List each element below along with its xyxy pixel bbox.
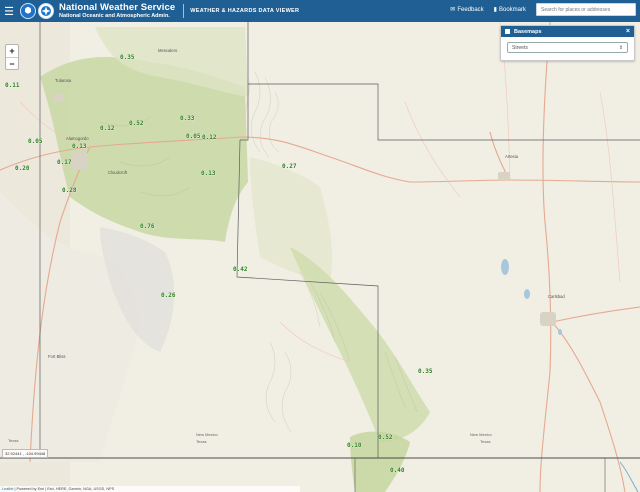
state-label: Texas	[196, 439, 207, 444]
top-bar: ☰ National Weather Service National Ocea…	[0, 0, 640, 22]
precip-value[interactable]: 0.28	[62, 187, 76, 194]
precip-value[interactable]: 0.26	[161, 292, 175, 299]
header-actions: ✉ Feedback ▮ Bookmark	[450, 3, 636, 16]
search-input[interactable]	[536, 3, 636, 16]
basemaps-panel: Basemaps × Streets ⇕	[500, 25, 635, 61]
updown-chevron-icon: ⇕	[618, 44, 623, 51]
basemap-svg	[0, 22, 640, 492]
precip-value[interactable]: 0.05	[186, 133, 200, 140]
zoom-out-button[interactable]: −	[6, 57, 18, 69]
app-title: WEATHER & HAZARDS DATA VIEWER	[190, 8, 300, 14]
attribution-text: | Powered by Esri | Esri, HERE, Garmin, …	[13, 487, 115, 491]
zoom-control: + −	[5, 44, 19, 70]
nws-logo	[38, 3, 54, 19]
brand-title: National Weather Service	[59, 2, 176, 13]
close-icon[interactable]: ×	[626, 28, 630, 35]
bookmark-icon: ▮	[493, 7, 497, 13]
place-label: Artesia	[505, 154, 519, 159]
state-label: New Mexico	[196, 432, 218, 437]
header-divider	[183, 4, 185, 18]
basemaps-title: Basemaps	[514, 28, 542, 35]
nws-emblem-icon	[41, 6, 51, 16]
envelope-icon: ✉	[450, 7, 456, 13]
leaflet-link[interactable]: Leaflet	[2, 487, 13, 491]
place-label: Cloudcroft	[108, 170, 128, 175]
zoom-in-button[interactable]: +	[6, 45, 18, 57]
map-canvas[interactable]	[0, 22, 640, 492]
place-label: Carlsbad	[548, 294, 565, 299]
place-label: Tularosa	[55, 78, 72, 83]
precip-value[interactable]: 0.13	[201, 170, 215, 177]
basemap-selected-value: Streets	[512, 44, 528, 51]
precip-value[interactable]: 0.11	[5, 82, 19, 89]
precip-value[interactable]: 0.13	[72, 143, 86, 150]
attribution: Leaflet | Powered by Esri | Esri, HERE, …	[0, 486, 300, 492]
precip-value[interactable]: 0.35	[120, 54, 134, 61]
precip-value[interactable]: 0.27	[282, 163, 296, 170]
precip-value[interactable]: 0.10	[347, 442, 361, 449]
coordinate-readout: 32.92441 , -104.99448	[2, 449, 49, 458]
place-label: Alamogordo	[66, 136, 89, 141]
basemap-select[interactable]: Streets ⇕	[507, 42, 628, 53]
precip-value[interactable]: 0.35	[418, 368, 432, 375]
precip-value[interactable]: 0.05	[28, 138, 42, 145]
state-label: Texas	[8, 438, 19, 443]
precip-value[interactable]: 0.12	[100, 125, 114, 132]
state-label: Texas	[480, 439, 491, 444]
bookmark-label: Bookmark	[498, 6, 526, 13]
basemaps-header: Basemaps ×	[501, 26, 634, 37]
precip-value[interactable]: 0.20	[15, 165, 29, 172]
brand-subtitle: National Oceanic and Atmospheric Admin.	[59, 12, 170, 19]
state-label: New Mexico	[470, 432, 492, 437]
noaa-logo	[20, 3, 36, 19]
precip-value[interactable]: 0.52	[378, 434, 392, 441]
brand: National Weather Service National Oceani…	[59, 3, 175, 19]
app-root: ☰ National Weather Service National Ocea…	[0, 0, 640, 492]
precip-value[interactable]: 0.76	[140, 223, 154, 230]
precip-value[interactable]: 0.52	[129, 120, 143, 127]
feedback-label: Feedback	[457, 6, 484, 13]
place-label: Mescalero	[158, 48, 178, 53]
precip-value[interactable]: 0.17	[57, 159, 71, 166]
bookmark-button[interactable]: ▮ Bookmark	[493, 6, 526, 14]
basemaps-body: Streets ⇕	[501, 37, 634, 60]
layers-icon	[505, 29, 510, 34]
feedback-button[interactable]: ✉ Feedback	[450, 6, 484, 14]
precip-value[interactable]: 0.42	[233, 266, 247, 273]
place-label: Fort Bliss	[48, 354, 66, 359]
precip-value[interactable]: 0.40	[390, 467, 404, 474]
hamburger-icon[interactable]: ☰	[0, 0, 18, 22]
precip-value[interactable]: 0.12	[202, 134, 216, 141]
precip-value[interactable]: 0.33	[180, 115, 194, 122]
